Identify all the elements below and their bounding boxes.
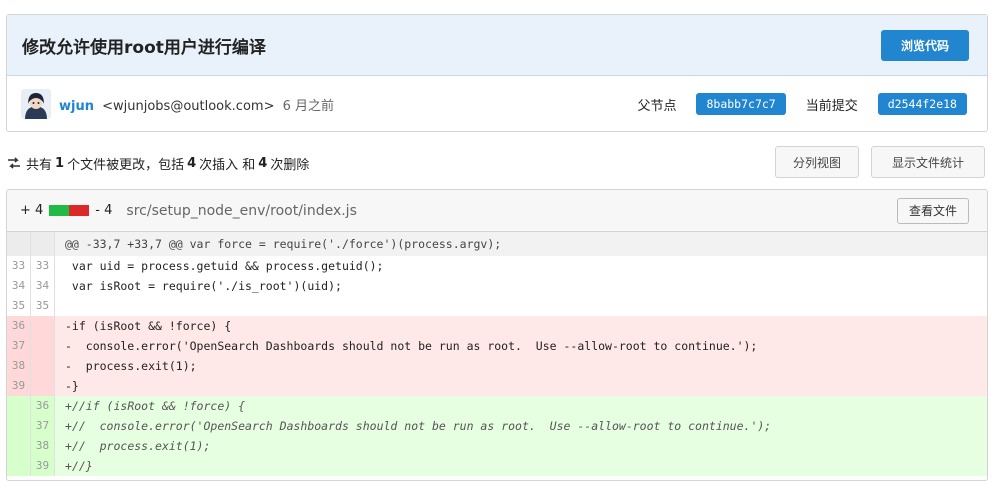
current-commit-label: 当前提交 (805, 98, 858, 114)
commit-header: 修改允许使用root用户进行编译 浏览代码 (7, 15, 987, 76)
deleted-row: 36 -if (isRoot && !force) { (7, 316, 987, 336)
old-line-number[interactable]: 33 (7, 256, 31, 276)
files-count: 1 (55, 155, 65, 171)
current-sha-button[interactable]: d2544f2e18 (877, 93, 967, 115)
old-line-number[interactable]: 39 (7, 376, 31, 396)
diff-row: 33 33 var uid = process.getuid && proces… (7, 256, 987, 276)
new-line-number[interactable]: 33 (31, 256, 55, 276)
deleted-row: 37 - console.error('OpenSearch Dashboard… (7, 336, 987, 356)
added-code-line: +// console.error('OpenSearch Dashboards… (65, 419, 772, 433)
swap-icon (8, 157, 20, 169)
author-email: <wjunjobs@outlook.com> (102, 98, 275, 114)
new-line-number[interactable] (31, 356, 55, 376)
added-code-line: +//if (isRoot && !force) { (65, 399, 246, 413)
new-line-number[interactable] (31, 336, 55, 356)
avatar[interactable] (21, 89, 51, 119)
new-line-number[interactable] (31, 316, 55, 336)
summary-prefix: 共有 (26, 157, 53, 173)
parent-sha-button[interactable]: 8babb7c7c7 (696, 93, 786, 115)
new-line-number[interactable]: 36 (31, 396, 55, 416)
diff-row: 34 34 var isRoot = require('./is_root')(… (7, 276, 987, 296)
deleted-code-line: - process.exit(1); (65, 359, 197, 373)
deleted-code-line: - console.error('OpenSearch Dashboards s… (65, 339, 758, 353)
deletions-text: 次删除 (270, 157, 310, 173)
deleted-row: 39 -} (7, 376, 987, 396)
added-row: 39 +//} (7, 456, 987, 476)
added-row: 36 +//if (isRoot && !force) { (7, 396, 987, 416)
old-line-number[interactable]: 35 (7, 296, 31, 316)
deletions-bar (69, 205, 90, 216)
insertions-count: 4 (187, 155, 197, 171)
author-info: wjun <wjunjobs@outlook.com> 6 月之前 (59, 95, 334, 114)
old-line-number[interactable]: 36 (7, 316, 31, 336)
commit-title: 修改允许使用root用户进行编译 (22, 37, 266, 58)
old-line-number[interactable] (7, 416, 31, 436)
additions-bar (49, 205, 70, 216)
diff-table: @@ -33,7 +33,7 @@ var force = require('.… (7, 232, 987, 476)
new-line-number[interactable]: 34 (31, 276, 55, 296)
added-code-line: +// process.exit(1); (65, 439, 211, 453)
parent-label: 父节点 (637, 98, 677, 114)
browse-code-button[interactable]: 浏览代码 (881, 29, 969, 61)
diff-ratio-bar (49, 205, 90, 216)
show-file-stats-button[interactable]: 显示文件统计 (871, 146, 985, 178)
diff-stats-bar: 共有 1 个文件被更改，包括 4 次插入 和 4 次删除 分列视图 显示文件统计 (6, 146, 988, 180)
code-line: var isRoot = require('./is_root')(uid); (65, 279, 342, 293)
deleted-row: 38 - process.exit(1); (7, 356, 987, 376)
new-line-number[interactable]: 35 (31, 296, 55, 316)
author-name-link[interactable]: wjun (59, 99, 94, 114)
deletions-count: 4 (258, 155, 268, 171)
deleted-code-line: -} (65, 379, 79, 393)
new-line-number[interactable]: 38 (31, 436, 55, 456)
code-line: var uid = process.getuid && process.getu… (65, 259, 384, 273)
added-code-line: +//} (65, 459, 93, 473)
new-line-number[interactable]: 37 (31, 416, 55, 436)
hunk-header-row: @@ -33,7 +33,7 @@ var force = require('.… (7, 232, 987, 256)
split-view-button[interactable]: 分列视图 (775, 146, 859, 178)
deletions-count-label: - 4 (95, 203, 113, 218)
old-line-number[interactable] (7, 396, 31, 416)
old-line-number[interactable] (7, 456, 31, 476)
new-line-number[interactable] (31, 376, 55, 396)
commit-meta: wjun <wjunjobs@outlook.com> 6 月之前 父节点 8b… (7, 76, 987, 132)
old-line-number[interactable] (7, 436, 31, 456)
diff-row: 35 35 (7, 296, 987, 316)
old-line-number[interactable]: 38 (7, 356, 31, 376)
files-text: 个文件被更改，包括 (67, 157, 185, 173)
deleted-code-line: -if (isRoot && !force) { (65, 319, 232, 333)
additions-count: + 4 (20, 203, 44, 218)
diff-summary: 共有 1 个文件被更改，包括 4 次插入 和 4 次删除 (6, 154, 309, 173)
file-diff-header: + 4 - 4 src/setup_node_env/root/index.js… (7, 190, 987, 232)
old-line-number[interactable]: 34 (7, 276, 31, 296)
new-line-number[interactable]: 39 (31, 456, 55, 476)
insertions-text: 次插入 和 (199, 157, 256, 173)
hunk-header: @@ -33,7 +33,7 @@ var force = require('.… (65, 237, 502, 251)
file-path: src/setup_node_env/root/index.js (126, 202, 357, 219)
commit-panel: 修改允许使用root用户进行编译 浏览代码 wjun <wjunjobs@out… (6, 14, 988, 132)
added-row: 37 +// console.error('OpenSearch Dashboa… (7, 416, 987, 436)
view-file-button[interactable]: 查看文件 (897, 197, 969, 224)
old-line-number[interactable]: 37 (7, 336, 31, 356)
commit-time: 6 月之前 (282, 98, 335, 114)
added-row: 38 +// process.exit(1); (7, 436, 987, 456)
file-diff-panel: + 4 - 4 src/setup_node_env/root/index.js… (6, 189, 988, 481)
